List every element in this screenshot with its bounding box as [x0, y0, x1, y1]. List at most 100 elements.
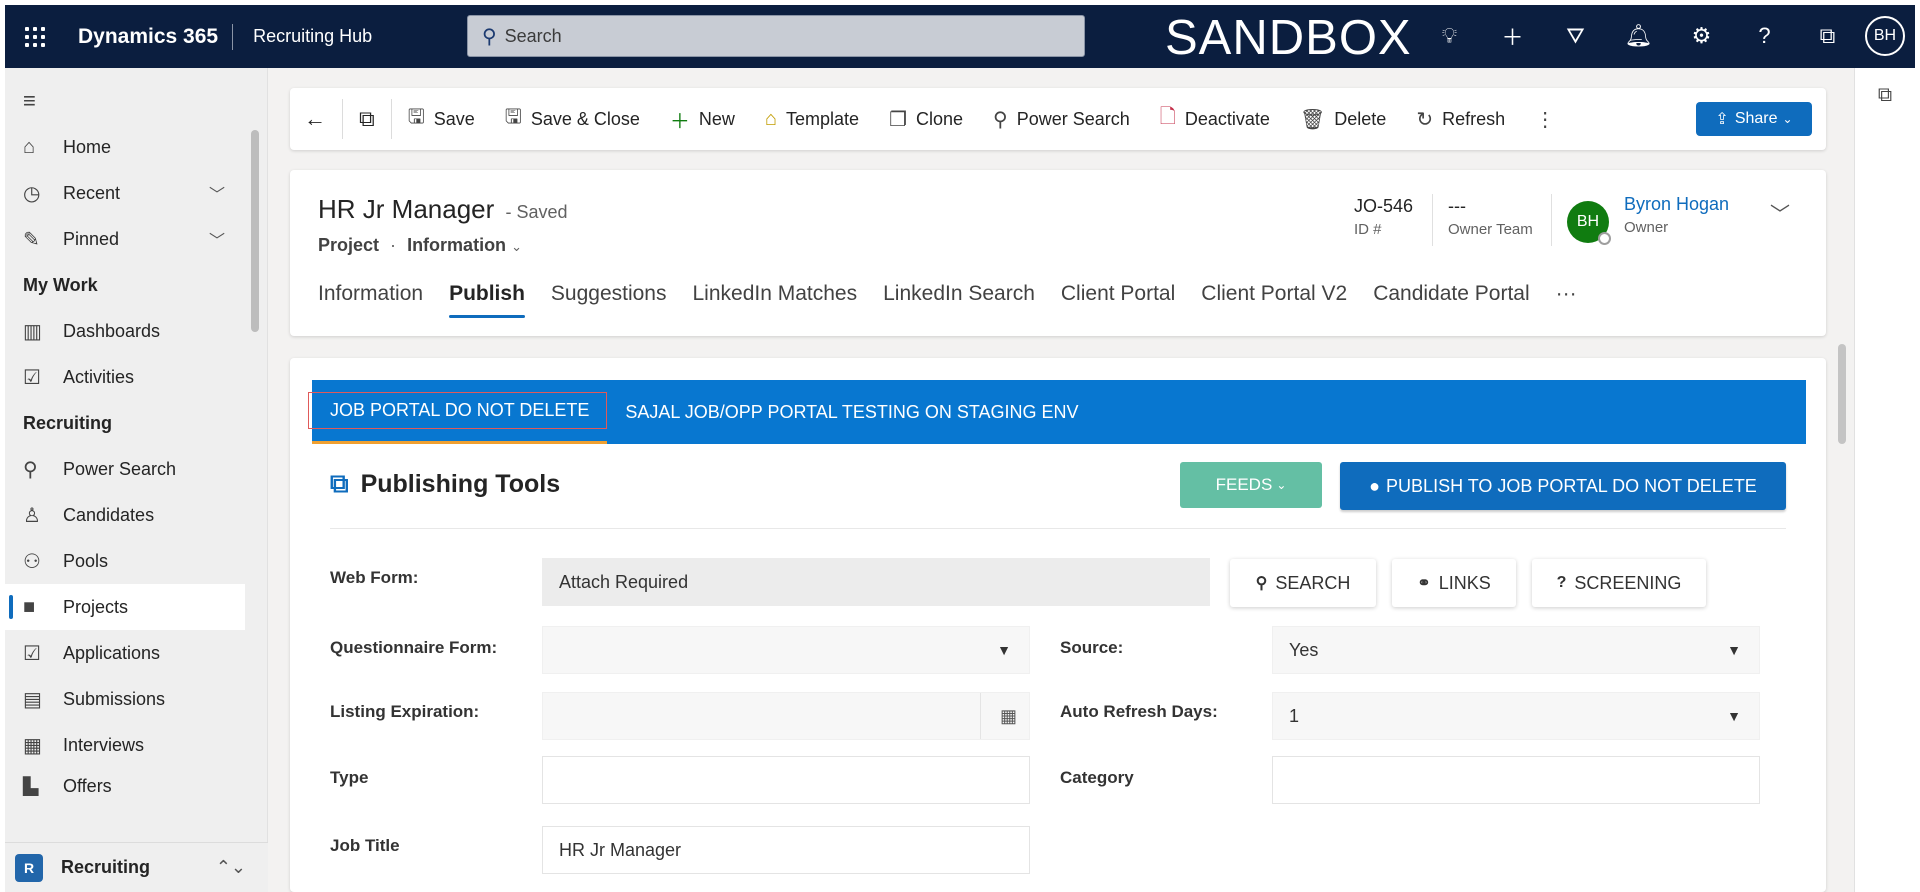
back-arrow-icon: ←	[304, 106, 326, 131]
sidebar-item-label: Candidates	[63, 504, 155, 525]
sidebar-item-activities[interactable]: ☑ Activities	[5, 354, 267, 400]
form-selector[interactable]: Information ⌄	[407, 235, 522, 255]
portal-tab-job-portal[interactable]: JOB PORTAL DO NOT DELETE	[308, 380, 608, 444]
check-icon: ☑	[23, 642, 41, 665]
questionnaire-select[interactable]: ▼	[542, 626, 1030, 674]
share-button[interactable]: ⇪ Share ⌄	[1696, 102, 1812, 136]
new-button[interactable]: ＋ New	[670, 105, 735, 134]
chevron-down-icon: ⌄	[511, 239, 522, 254]
back-button[interactable]: ←	[304, 106, 326, 132]
save-close-button[interactable]: 🖫 Save & Close	[505, 102, 640, 136]
hamburger-menu-icon[interactable]: ≡	[5, 68, 267, 124]
calendar-icon[interactable]: ▦	[1000, 706, 1017, 727]
listing-expiration-input[interactable]: ▦	[542, 692, 1030, 740]
bell-icon[interactable]: 🔔︎	[1607, 23, 1670, 49]
sidebar-item-projects[interactable]: ■ Projects	[5, 584, 245, 630]
tab-client-portal-v2[interactable]: Client Portal V2	[1201, 282, 1347, 318]
owner-avatar[interactable]: BH	[1567, 201, 1611, 245]
type-input[interactable]	[542, 756, 1030, 804]
briefcase-icon: ■	[23, 595, 36, 618]
dropdown-arrow-icon: ▼	[1727, 642, 1741, 658]
environment-label: SANDBOX	[1165, 11, 1412, 65]
more-commands-button[interactable]: ⋮	[1535, 107, 1564, 132]
sidebar-item-recent[interactable]: ◷ Recent ﹀	[5, 170, 267, 216]
expand-header-chevron-icon[interactable]: ﹀	[1770, 198, 1790, 227]
job-title-input[interactable]: HR Jr Manager	[542, 826, 1030, 874]
tab-candidate-portal[interactable]: Candidate Portal	[1373, 282, 1529, 318]
feeds-button[interactable]: FEEDS ⌄	[1180, 462, 1322, 508]
updown-chevron-icon: ⌃⌄	[215, 857, 246, 877]
sidebar-item-pools[interactable]: ⚇ Pools	[5, 538, 267, 584]
tab-linkedin-matches[interactable]: LinkedIn Matches	[693, 282, 858, 318]
sidebar-item-dashboards[interactable]: ▥ Dashboards	[5, 308, 267, 354]
open-new-window-button[interactable]: ⧉	[359, 106, 375, 132]
tab-suggestions[interactable]: Suggestions	[551, 282, 667, 318]
lightbulb-icon[interactable]: 💡︎	[1418, 23, 1481, 49]
plus-icon[interactable]: ＋	[1481, 20, 1544, 52]
category-input[interactable]	[1272, 756, 1760, 804]
tab-information[interactable]: Information	[318, 282, 423, 318]
separator-dot: ·	[390, 235, 397, 255]
auto-refresh-select[interactable]: 1 ▼	[1272, 692, 1760, 740]
global-search-input[interactable]: ⚲ Search	[467, 15, 1085, 57]
sidebar-item-label: Interviews	[63, 734, 145, 755]
dropdown-arrow-icon: ▼	[997, 642, 1011, 658]
links-button[interactable]: ⚭ LINKS	[1392, 559, 1516, 607]
copilot-icon[interactable]: ⧉	[1796, 23, 1859, 49]
owner-name-link[interactable]: Byron Hogan	[1624, 194, 1729, 215]
sidebar-item-label: Recent	[63, 182, 121, 203]
publish-button[interactable]: ● PUBLISH TO JOB PORTAL DO NOT DELETE	[1340, 462, 1786, 510]
sidebar: ≡ ⌂ Home ◷ Recent ﹀ ✎ Pinned ﹀ My Work ▥…	[0, 68, 268, 892]
more-tabs-icon[interactable]: ···	[1556, 282, 1577, 318]
divider	[980, 693, 981, 739]
search-icon: ⚲	[993, 108, 1008, 131]
source-select[interactable]: Yes ▼	[1272, 626, 1760, 674]
chevron-down-icon[interactable]: ﹀	[209, 181, 225, 205]
app-launcher-button[interactable]	[5, 6, 65, 68]
area-switcher-label: Recruiting	[61, 857, 151, 877]
chevron-down-icon: ⌄	[1276, 478, 1287, 492]
sidebar-item-power-search[interactable]: ⚲ Power Search	[5, 446, 267, 492]
questionnaire-label: Questionnaire Form:	[330, 638, 498, 657]
sidebar-scrollbar[interactable]	[251, 130, 259, 332]
tab-publish[interactable]: Publish	[449, 282, 525, 318]
sidebar-item-offers[interactable]: ▙ Offers	[5, 768, 267, 796]
sidebar-item-home[interactable]: ⌂ Home	[5, 124, 267, 170]
web-form-field[interactable]: Attach Required	[542, 558, 1210, 606]
area-switcher[interactable]: R Recruiting ⌃⌄	[5, 842, 268, 892]
category-label: Category	[1060, 768, 1134, 787]
sidebar-item-pinned[interactable]: ✎ Pinned ﹀	[5, 216, 267, 262]
area-badge: R	[15, 853, 43, 882]
template-button[interactable]: ⌂ Template	[765, 108, 859, 131]
portal-tab-sajal[interactable]: SAJAL JOB/OPP PORTAL TESTING ON STAGING …	[607, 380, 1096, 444]
area-name[interactable]: Recruiting Hub	[233, 26, 461, 47]
search-button[interactable]: ⚲ SEARCH	[1230, 559, 1376, 607]
copilot-icon[interactable]: ⧉	[1855, 68, 1915, 107]
sidebar-item-submissions[interactable]: ▤ Submissions	[5, 676, 267, 722]
entity-name: Project	[318, 235, 380, 255]
share-label: Share	[1734, 110, 1778, 127]
tab-linkedin-search[interactable]: LinkedIn Search	[883, 282, 1035, 318]
sidebar-item-candidates[interactable]: ♙ Candidates	[5, 492, 267, 538]
save-button[interactable]: 🖫 Save	[408, 102, 475, 136]
user-avatar[interactable]: BH	[1865, 16, 1905, 56]
right-rail: ⧉	[1854, 68, 1920, 892]
filter-icon[interactable]: ⛛	[1544, 23, 1607, 49]
delete-button[interactable]: 🗑 Delete	[1300, 107, 1386, 132]
tab-client-portal[interactable]: Client Portal	[1061, 282, 1175, 318]
header-field-owner: Byron Hogan Owner	[1624, 194, 1729, 236]
clone-button[interactable]: ❐ Clone	[889, 107, 963, 132]
deactivate-button[interactable]: 🗋 Deactivate	[1160, 102, 1270, 136]
help-icon[interactable]: ?	[1733, 23, 1796, 49]
record-tabs: Information Publish Suggestions LinkedIn…	[318, 282, 1603, 318]
screening-button[interactable]: ? SCREENING	[1532, 559, 1706, 607]
gear-icon[interactable]: ⚙	[1670, 23, 1733, 49]
clock-icon: ◷	[23, 182, 41, 205]
app-name[interactable]: Dynamics 365	[65, 23, 234, 50]
refresh-button[interactable]: ↻ Refresh	[1416, 107, 1505, 132]
power-search-button[interactable]: ⚲ Power Search	[993, 107, 1130, 132]
chevron-down-icon[interactable]: ﹀	[209, 227, 225, 251]
sidebar-item-applications[interactable]: ☑ Applications	[5, 630, 267, 676]
main-scrollbar[interactable]	[1838, 344, 1846, 444]
sidebar-item-interviews[interactable]: ▦ Interviews	[5, 722, 267, 768]
